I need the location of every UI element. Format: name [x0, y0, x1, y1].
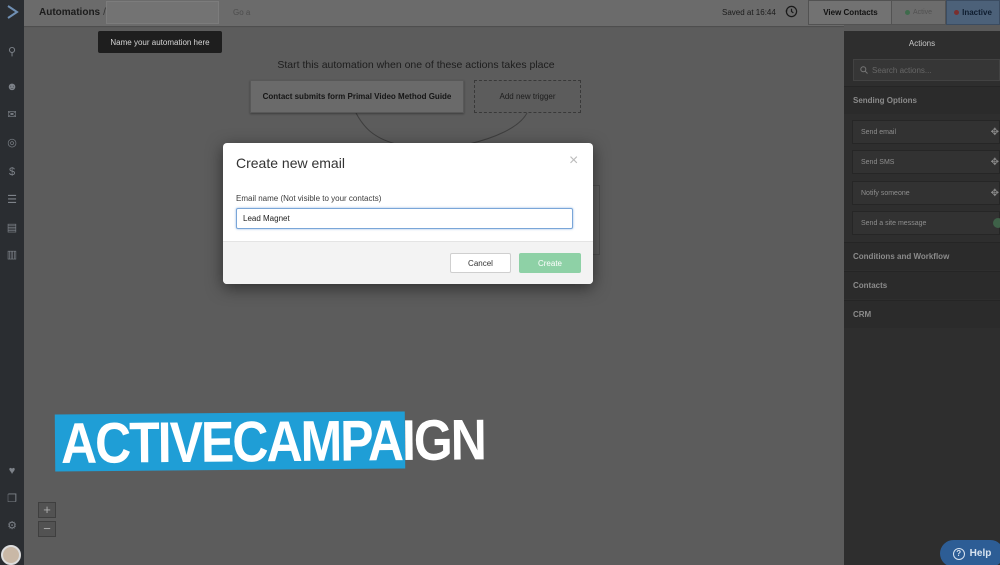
- actions-panel-title: Actions: [908, 38, 936, 48]
- history-icon[interactable]: [785, 5, 798, 18]
- status-active-button[interactable]: Active: [891, 0, 946, 25]
- move-icon[interactable]: ✥: [991, 188, 999, 199]
- close-icon[interactable]: ×: [569, 152, 578, 170]
- top-bar: Automations / Go a Saved at 16:44 View Co…: [24, 0, 893, 27]
- action-label: Send email: [861, 128, 897, 136]
- create-button[interactable]: Create: [519, 253, 581, 273]
- cancel-button[interactable]: Cancel: [450, 253, 511, 273]
- breadcrumb: Automations /: [39, 7, 106, 18]
- move-icon[interactable]: ✥: [991, 127, 999, 138]
- search-icon: [860, 66, 868, 74]
- active-dot-icon: [904, 10, 910, 15]
- section-crm[interactable]: CRM: [844, 300, 1000, 328]
- actions-search[interactable]: [853, 59, 1000, 81]
- breadcrumb-automations-link[interactable]: Automations: [39, 7, 100, 18]
- automations-icon[interactable]: ◎: [2, 136, 22, 150]
- search-icon[interactable]: ⚲: [2, 45, 22, 59]
- lists-icon[interactable]: ☰: [2, 193, 22, 207]
- action-step-card[interactable]: [592, 185, 600, 255]
- action-send-email[interactable]: Send email ✥: [852, 120, 1000, 144]
- move-icon[interactable]: ✥: [991, 157, 999, 168]
- email-name-label: Email name (Not visible to your contacts…: [236, 194, 382, 203]
- automation-name-input[interactable]: [106, 1, 219, 24]
- modal-footer: Cancel Create: [223, 241, 593, 284]
- add-trigger-button[interactable]: Add new trigger: [474, 80, 581, 113]
- zoom-out-button[interactable]: −: [38, 521, 56, 537]
- user-avatar[interactable]: [1, 545, 21, 565]
- action-label: Send SMS: [861, 158, 895, 166]
- forms-icon[interactable]: ▤: [2, 221, 22, 235]
- go-label[interactable]: Go a: [233, 8, 250, 17]
- inactive-dot-icon: [954, 10, 960, 15]
- left-nav-rail: ⚲ ☻ ✉ ◎ $ ☰ ▤ ▥ ♥ ❐ ⚙: [0, 0, 24, 565]
- trigger-card[interactable]: Contact submits form Primal Video Method…: [250, 80, 464, 113]
- actions-search-input[interactable]: [872, 65, 992, 75]
- section-conditions-workflow[interactable]: Conditions and Workflow: [844, 242, 1000, 270]
- action-send-site-message[interactable]: Send a site message: [852, 211, 1000, 235]
- action-label: Notify someone: [861, 189, 910, 197]
- activecampaign-watermark-logo: ACTIVECAMPAIGN: [54, 407, 485, 475]
- help-label: Help: [969, 548, 992, 559]
- action-send-sms[interactable]: Send SMS ✥: [852, 150, 1000, 174]
- help-question-icon: ?: [952, 547, 965, 560]
- campaigns-icon[interactable]: ✉: [2, 108, 22, 122]
- status-toggle: Active Inactive: [891, 0, 1000, 25]
- saved-status-text: Saved at 16:44: [722, 8, 776, 17]
- deals-icon[interactable]: $: [2, 165, 22, 179]
- create-email-modal: Create new email × Email name (Not visib…: [223, 143, 593, 284]
- automation-canvas[interactable]: Name your automation here Start this aut…: [24, 28, 844, 565]
- status-inactive-label: Inactive: [962, 8, 992, 17]
- contacts-icon[interactable]: ☻: [2, 80, 22, 94]
- section-contacts[interactable]: Contacts: [844, 271, 1000, 299]
- status-inactive-button[interactable]: Inactive: [946, 0, 1000, 25]
- reports-icon[interactable]: ▥: [2, 248, 22, 262]
- heart-icon[interactable]: ♥: [2, 464, 22, 478]
- settings-gear-icon[interactable]: ⚙: [2, 519, 22, 533]
- modal-title: Create new email: [236, 155, 345, 171]
- actions-panel: Actions Sending Options Send email ✥ Sen…: [844, 31, 1000, 565]
- help-button[interactable]: ? Help: [940, 540, 1000, 565]
- new-badge: [993, 218, 1000, 228]
- activecampaign-logo-icon[interactable]: [2, 2, 22, 22]
- action-label: Send a site message: [861, 219, 927, 227]
- section-sending-options[interactable]: Sending Options: [844, 86, 1000, 114]
- action-notify-someone[interactable]: Notify someone ✥: [852, 181, 1000, 205]
- zoom-in-button[interactable]: +: [38, 502, 56, 518]
- email-name-field[interactable]: [236, 208, 573, 229]
- status-active-label: Active: [912, 9, 933, 16]
- watermark-text: ACTIVECAMPAIGN: [60, 407, 486, 476]
- view-contacts-button[interactable]: View Contacts: [808, 0, 893, 25]
- apps-icon[interactable]: ❐: [2, 492, 22, 506]
